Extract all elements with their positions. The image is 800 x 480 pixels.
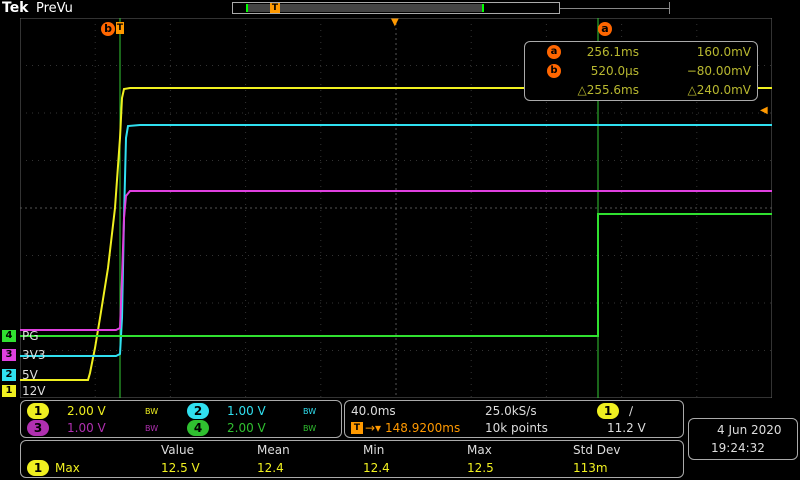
meas-header-min: Min bbox=[363, 443, 385, 457]
trigger-level-marker-icon: ◀ bbox=[760, 105, 768, 116]
cursor-time: 520.0µs bbox=[590, 64, 639, 78]
cursor-delta-value: △240.0mV bbox=[687, 83, 751, 97]
ch4-label: PG bbox=[22, 329, 39, 343]
record-extent-end bbox=[669, 2, 670, 14]
date: 4 Jun 2020 bbox=[717, 423, 782, 437]
cursor-value: 160.0mV bbox=[696, 45, 751, 59]
cursor-a-badge: a bbox=[547, 45, 561, 59]
trigger-source-badge[interactable]: 1 bbox=[597, 403, 619, 419]
record-length: 10k points bbox=[485, 421, 548, 435]
meas-header-stddev: Std Dev bbox=[573, 443, 621, 457]
meas-header-value: Value bbox=[161, 443, 194, 457]
cursor-value: −80.00mV bbox=[686, 64, 751, 78]
cursor-delta-time: △255.6ms bbox=[577, 83, 639, 97]
ch1-label: 12V bbox=[22, 384, 46, 398]
trigger-arrow-icon: →▾ bbox=[365, 421, 382, 435]
cursor-readout: a 256.1ms 160.0mV b 520.0µs −80.00mV △25… bbox=[524, 41, 758, 101]
record-extent-line bbox=[560, 8, 670, 9]
sample-rate: 25.0kS/s bbox=[485, 404, 537, 418]
ch2-ground-marker[interactable]: 2 bbox=[2, 369, 16, 381]
meas-stddev: 113m bbox=[573, 461, 608, 475]
record-trigger-icon: T bbox=[270, 3, 280, 13]
ch1-bw-limit: BW bbox=[145, 407, 159, 416]
ch3-bw-limit: BW bbox=[145, 424, 159, 433]
trigger-position-icon: T bbox=[351, 422, 363, 434]
cursor-readout-row: a 256.1ms 160.0mV bbox=[525, 43, 757, 61]
ch4-badge[interactable]: 4 bbox=[187, 420, 209, 436]
cursor-time: 256.1ms bbox=[586, 45, 639, 59]
trigger-level[interactable]: 11.2 V bbox=[607, 421, 646, 435]
horizontal-scale[interactable]: 40.0ms bbox=[351, 404, 396, 418]
cursor-readout-row: △255.6ms △240.0mV bbox=[525, 81, 757, 99]
top-bar: Tek PreVu T bbox=[0, 0, 800, 18]
trigger-time-marker-icon: ▼ bbox=[391, 17, 399, 28]
ch2-bw-limit: BW bbox=[303, 407, 317, 416]
cursor-readout-row: b 520.0µs −80.00mV bbox=[525, 62, 757, 80]
acquisition-mode: PreVu bbox=[36, 1, 73, 16]
ch3-badge[interactable]: 3 bbox=[27, 420, 49, 436]
ch2-label: 5V bbox=[22, 368, 38, 382]
time: 19:24:32 bbox=[711, 441, 765, 455]
meas-value: 12.5 V bbox=[161, 461, 200, 475]
measurement-panel[interactable]: Value Mean Min Max Std Dev 1 Max 12.5 V … bbox=[20, 440, 684, 478]
ch1-badge[interactable]: 1 bbox=[27, 403, 49, 419]
trigger-slope-icon[interactable]: ∕ bbox=[629, 404, 633, 418]
ch4-scale[interactable]: 2.00 V bbox=[227, 421, 266, 435]
cursor-a-marker[interactable]: a bbox=[598, 22, 612, 36]
timebase-panel[interactable]: 40.0ms 25.0kS/s T →▾ 148.9200ms 10k poin… bbox=[344, 400, 684, 438]
ch4-bw-limit: BW bbox=[303, 424, 317, 433]
meas-name[interactable]: Max bbox=[55, 461, 80, 475]
trigger-position-icon: T bbox=[116, 22, 124, 34]
ch2-badge[interactable]: 2 bbox=[187, 403, 209, 419]
ch3-label: 3V3 bbox=[22, 348, 46, 362]
trigger-position[interactable]: 148.9200ms bbox=[385, 421, 460, 435]
meas-header-max: Max bbox=[467, 443, 492, 457]
meas-min: 12.4 bbox=[363, 461, 390, 475]
cursor-b-marker[interactable]: b bbox=[101, 22, 115, 36]
record-view-window[interactable] bbox=[246, 4, 484, 12]
meas-channel-badge[interactable]: 1 bbox=[27, 460, 49, 476]
meas-mean: 12.4 bbox=[257, 461, 284, 475]
meas-max: 12.5 bbox=[467, 461, 494, 475]
date-time-panel: 4 Jun 2020 19:24:32 bbox=[688, 418, 798, 460]
channel-scale-panel[interactable]: 1 2.00 V BW 2 1.00 V BW 3 1.00 V BW 4 2.… bbox=[20, 400, 342, 438]
ch3-ground-marker[interactable]: 3 bbox=[2, 349, 16, 361]
ch1-scale[interactable]: 2.00 V bbox=[67, 404, 106, 418]
meas-header-mean: Mean bbox=[257, 443, 290, 457]
cursor-b-badge: b bbox=[547, 64, 561, 78]
ch3-scale[interactable]: 1.00 V bbox=[67, 421, 106, 435]
ch2-scale[interactable]: 1.00 V bbox=[227, 404, 266, 418]
brand-logo: Tek bbox=[2, 0, 29, 16]
ch4-ground-marker[interactable]: 4 bbox=[2, 330, 16, 342]
ch1-ground-marker[interactable]: 1 bbox=[2, 385, 16, 397]
